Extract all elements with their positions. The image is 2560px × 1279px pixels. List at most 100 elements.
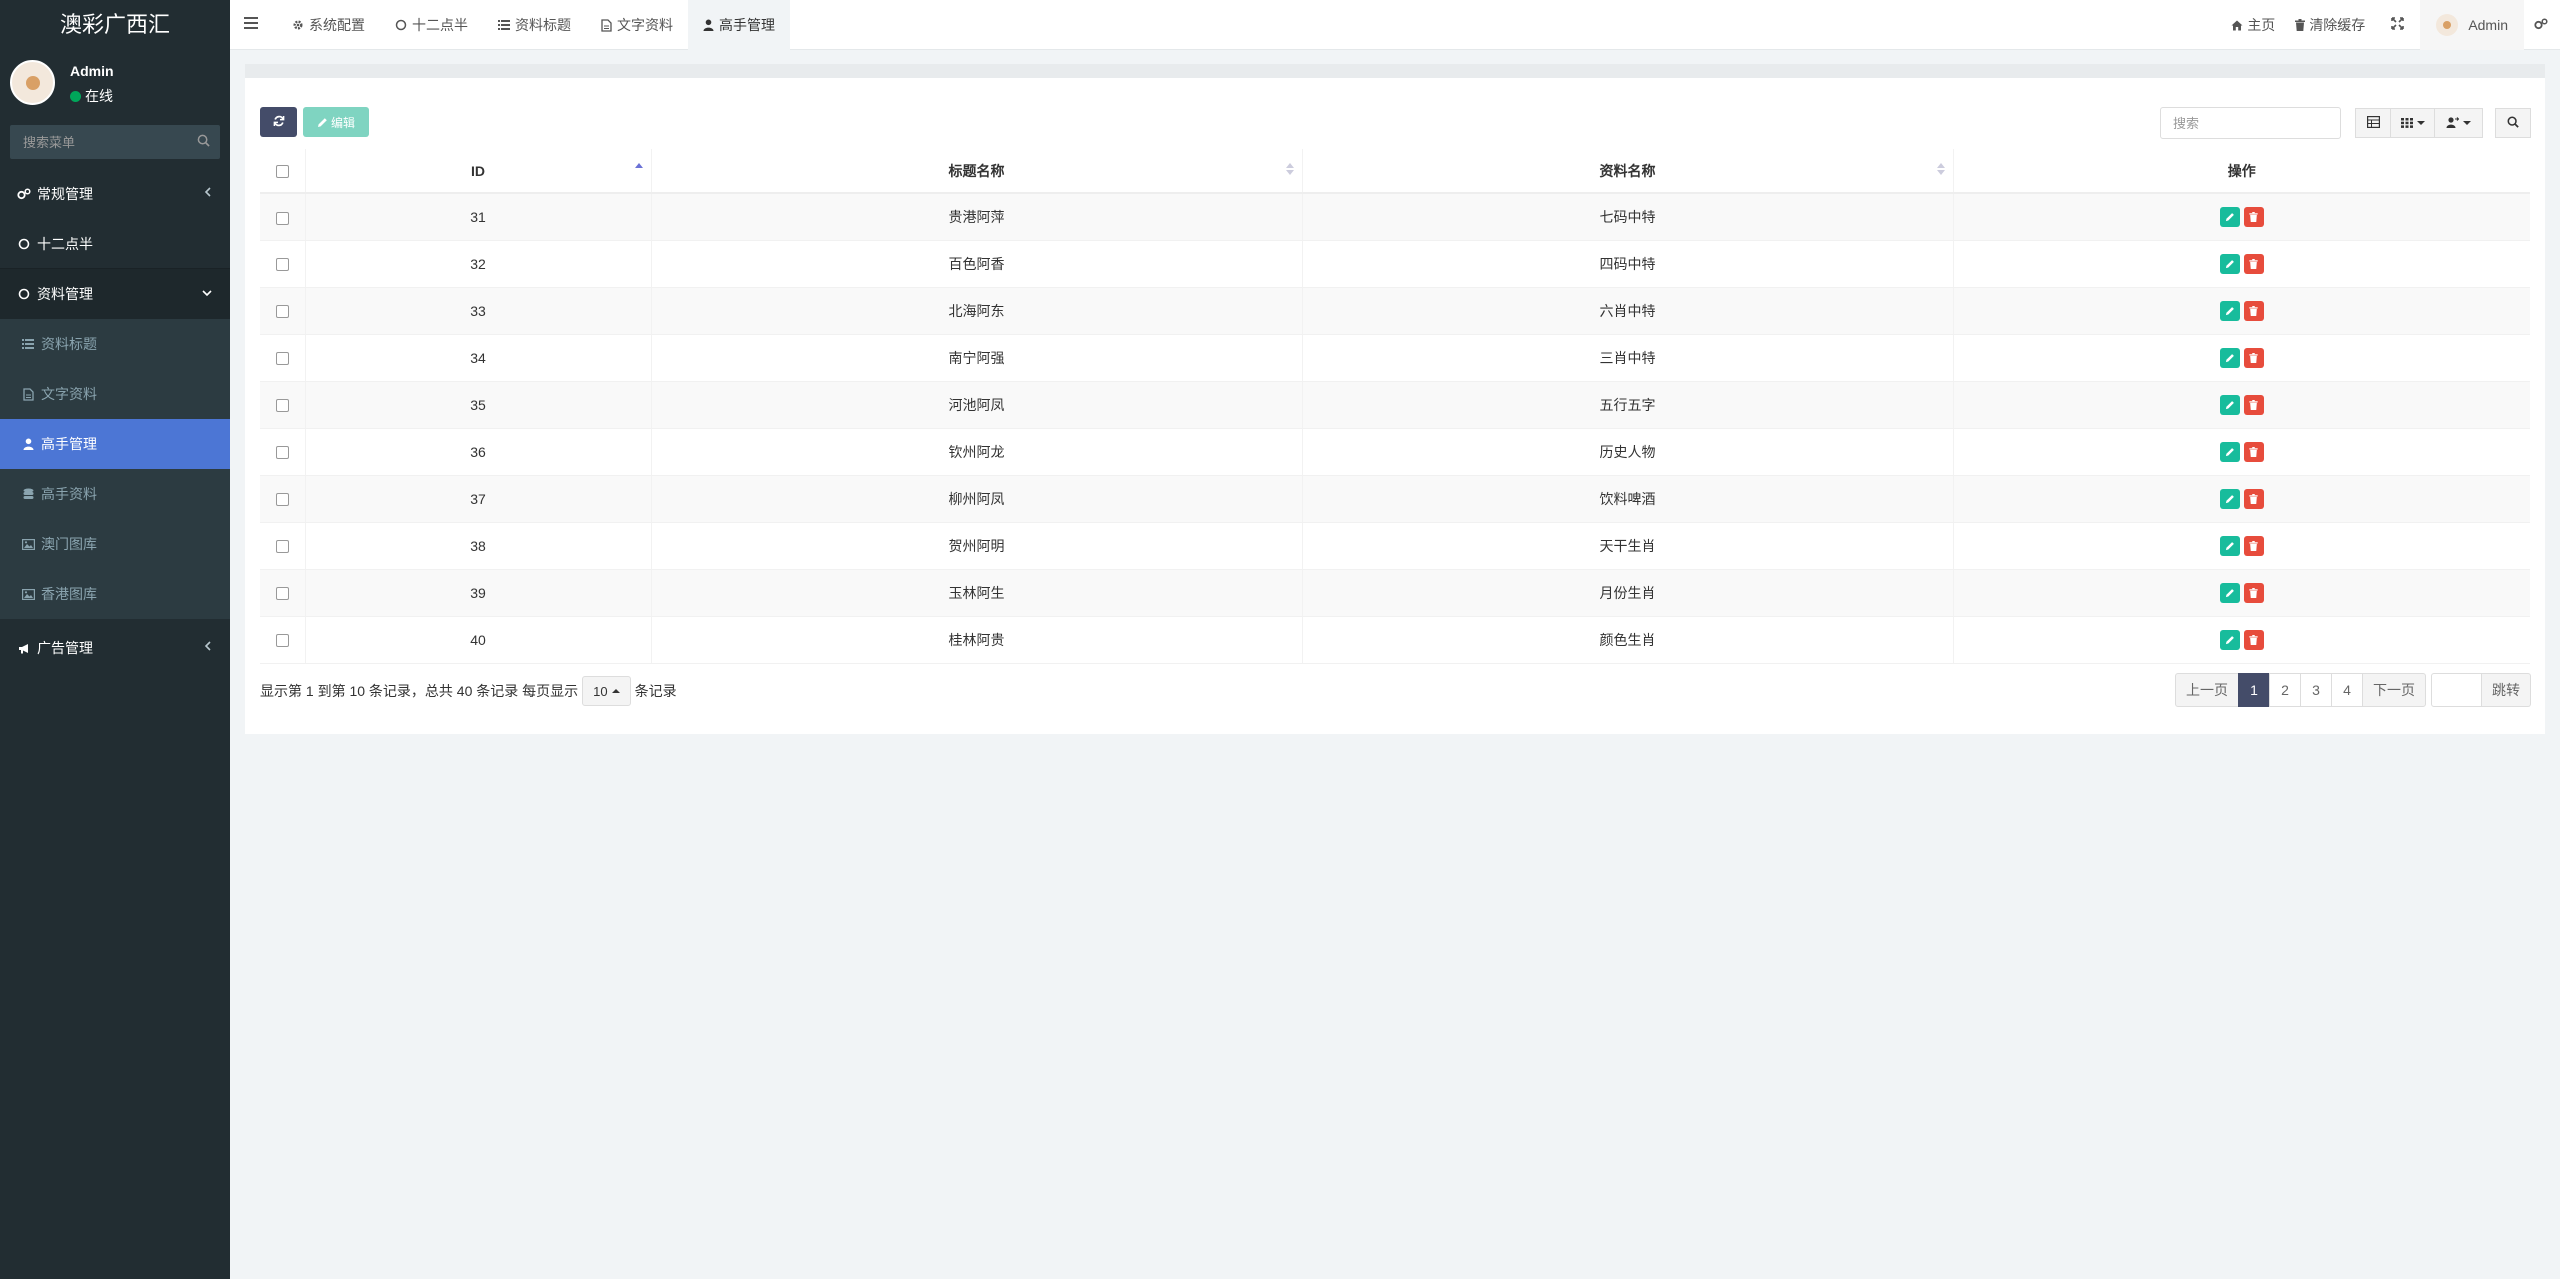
row-delete-button[interactable]	[2243, 488, 2264, 509]
tab-system-config[interactable]: 系统配置	[277, 0, 380, 50]
row-checkbox[interactable]	[275, 352, 289, 366]
row-checkbox[interactable]	[275, 399, 289, 413]
column-header-id[interactable]: ID	[305, 149, 652, 194]
advanced-search-button[interactable]	[2495, 108, 2531, 138]
row-checkbox[interactable]	[275, 540, 289, 554]
table-row[interactable]: 38 贺州阿明 天干生肖	[260, 522, 2530, 570]
column-header-label: 操作	[2227, 162, 2256, 179]
column-header-name[interactable]: 资料名称	[1302, 149, 1954, 194]
row-delete-button[interactable]	[2243, 629, 2264, 650]
jump-button[interactable]: 跳转	[2482, 673, 2531, 707]
search-icon[interactable]	[197, 134, 210, 150]
cell-id: 38	[305, 522, 652, 570]
row-delete-button[interactable]	[2243, 394, 2264, 415]
row-edit-button[interactable]	[2219, 253, 2240, 274]
cell-id: 36	[305, 428, 652, 476]
table-row[interactable]: 40 桂林阿贵 颜色生肖	[260, 616, 2530, 664]
table-row[interactable]: 32 百色阿香 四码中特	[260, 240, 2530, 288]
row-edit-button[interactable]	[2219, 535, 2240, 556]
row-checkbox[interactable]	[275, 493, 289, 507]
row-checkbox[interactable]	[275, 587, 289, 601]
row-delete-button[interactable]	[2243, 300, 2264, 321]
table-row[interactable]: 31 贵港阿萍 七码中特	[260, 193, 2530, 241]
table-row[interactable]: 34 南宁阿强 三肖中特	[260, 334, 2530, 382]
sidebar-item-expert-management[interactable]: 高手管理	[0, 419, 230, 469]
sidebar-item-hongkong-gallery[interactable]: 香港图库	[0, 569, 230, 619]
sidebar-item-data-titles[interactable]: 资料标题	[0, 319, 230, 369]
table-row[interactable]: 35 河池阿凤 五行五字	[260, 381, 2530, 429]
sidebar-item-expert-data[interactable]: 高手资料	[0, 469, 230, 519]
sidebar-item-ads[interactable]: 广告管理	[0, 623, 230, 673]
row-select-cell	[260, 193, 306, 241]
home-icon	[2231, 20, 2243, 31]
edit-button[interactable]: 编辑	[303, 107, 369, 137]
row-select-cell	[260, 569, 306, 617]
sidebar-item-twelve-half[interactable]: 十二点半	[0, 219, 230, 269]
row-edit-button[interactable]	[2219, 206, 2240, 227]
menu-toggle-icon[interactable]	[244, 16, 260, 32]
jump-page-input[interactable]	[2431, 673, 2482, 707]
row-edit-button[interactable]	[2219, 582, 2240, 603]
row-edit-button[interactable]	[2219, 300, 2240, 321]
home-link[interactable]: 主页	[2221, 0, 2285, 50]
page-button[interactable]: 1	[2238, 673, 2270, 707]
user-menu[interactable]: Admin	[2420, 0, 2524, 50]
tab-data-titles[interactable]: 资料标题	[483, 0, 586, 50]
row-checkbox[interactable]	[275, 634, 289, 648]
pagination-summary: 显示第 1 到第 10 条记录，总共 40 条记录 每页显示	[260, 683, 579, 699]
cell-title: 贺州阿明	[651, 522, 1303, 570]
row-edit-button[interactable]	[2219, 347, 2240, 368]
sidebar-search-input[interactable]	[10, 125, 220, 159]
table-row[interactable]: 39 玉林阿生 月份生肖	[260, 569, 2530, 617]
pencil-icon	[317, 117, 328, 128]
next-page-button[interactable]: 下一页	[2362, 673, 2426, 707]
caret-up-icon	[611, 689, 620, 693]
page-button[interactable]: 4	[2331, 673, 2363, 707]
sidebar-item-general[interactable]: 常规管理	[0, 169, 230, 219]
row-delete-button[interactable]	[2243, 347, 2264, 368]
row-checkbox[interactable]	[275, 446, 289, 460]
sidebar-item-text-data[interactable]: 文字资料	[0, 369, 230, 419]
row-checkbox[interactable]	[275, 305, 289, 319]
refresh-button[interactable]	[260, 107, 297, 137]
columns-dropdown[interactable]	[2391, 108, 2435, 138]
tab-expert-management[interactable]: 高手管理	[688, 0, 790, 50]
clear-cache-button[interactable]: 清除缓存	[2285, 0, 2375, 50]
export-dropdown[interactable]	[2435, 108, 2483, 138]
cell-actions	[1953, 334, 2530, 382]
row-edit-button[interactable]	[2219, 629, 2240, 650]
pencil-icon	[2225, 494, 2235, 504]
app-logo[interactable]: 澳彩广西汇	[0, 0, 230, 50]
fullscreen-button[interactable]	[2375, 0, 2420, 50]
page-button[interactable]: 3	[2300, 673, 2332, 707]
page-button[interactable]: 2	[2269, 673, 2301, 707]
toggle-view-button[interactable]	[2355, 108, 2391, 138]
row-edit-button[interactable]	[2219, 441, 2240, 462]
cell-actions	[1953, 569, 2530, 617]
prev-page-button[interactable]: 上一页	[2175, 673, 2239, 707]
table-search-input[interactable]	[2160, 107, 2341, 139]
column-header-title[interactable]: 标题名称	[651, 149, 1303, 194]
row-delete-button[interactable]	[2243, 535, 2264, 556]
tab-text-data[interactable]: 文字资料	[586, 0, 688, 50]
row-delete-button[interactable]	[2243, 441, 2264, 462]
settings-button[interactable]	[2524, 0, 2560, 50]
user-icon	[703, 19, 714, 31]
row-delete-button[interactable]	[2243, 206, 2264, 227]
row-edit-button[interactable]	[2219, 394, 2240, 415]
row-checkbox[interactable]	[275, 258, 289, 272]
sidebar-item-label: 资料标题	[41, 336, 97, 352]
row-delete-button[interactable]	[2243, 253, 2264, 274]
cell-name: 四码中特	[1302, 240, 1954, 288]
row-checkbox[interactable]	[275, 211, 289, 225]
row-edit-button[interactable]	[2219, 488, 2240, 509]
page-size-select[interactable]: 10	[582, 676, 631, 706]
row-delete-button[interactable]	[2243, 582, 2264, 603]
tab-twelve-half[interactable]: 十二点半	[380, 0, 483, 50]
table-row[interactable]: 33 北海阿东 六肖中特	[260, 287, 2530, 335]
select-all-checkbox[interactable]	[275, 165, 289, 179]
sidebar-item-macau-gallery[interactable]: 澳门图库	[0, 519, 230, 569]
table-row[interactable]: 36 钦州阿龙 历史人物	[260, 428, 2530, 476]
table-row[interactable]: 37 柳州阿凤 饮料啤酒	[260, 475, 2530, 523]
sidebar-item-data-management[interactable]: 资料管理	[0, 269, 230, 319]
